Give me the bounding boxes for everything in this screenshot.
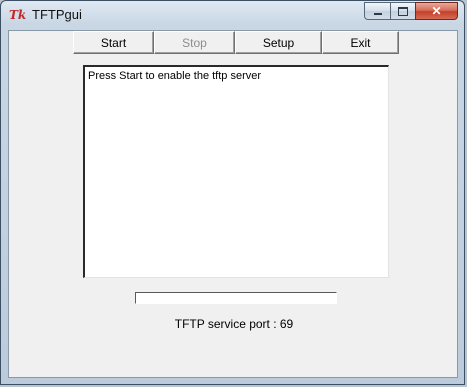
- client-area: Start Stop Setup Exit Press Start to ena…: [8, 30, 458, 378]
- service-port-label: TFTP service port : 69: [174, 317, 294, 331]
- progress-bar: [135, 292, 337, 304]
- start-button[interactable]: Start: [73, 31, 154, 54]
- stop-button[interactable]: Stop: [154, 31, 235, 54]
- tk-icon-glyph: Tk: [9, 8, 27, 22]
- caption-buttons: ✕: [364, 2, 458, 20]
- setup-button[interactable]: Setup: [235, 31, 322, 54]
- minimize-button[interactable]: [364, 2, 390, 20]
- output-textbox[interactable]: Press Start to enable the tftp server: [83, 65, 389, 278]
- maximize-button[interactable]: [390, 2, 415, 20]
- maximize-icon: [398, 6, 408, 16]
- close-icon: ✕: [431, 4, 442, 18]
- minimize-icon: [373, 13, 382, 15]
- tk-app-icon[interactable]: Tk: [9, 7, 27, 23]
- window-title: TFTPgui: [32, 7, 82, 22]
- app-window: Tk TFTPgui ✕ Start Stop Setup Exit Press…: [0, 0, 465, 385]
- title-bar[interactable]: Tk TFTPgui ✕: [1, 1, 464, 29]
- output-text: Press Start to enable the tftp server: [88, 70, 262, 82]
- close-button[interactable]: ✕: [415, 2, 458, 20]
- exit-button[interactable]: Exit: [322, 31, 399, 54]
- toolbar: Start Stop Setup Exit: [73, 31, 399, 54]
